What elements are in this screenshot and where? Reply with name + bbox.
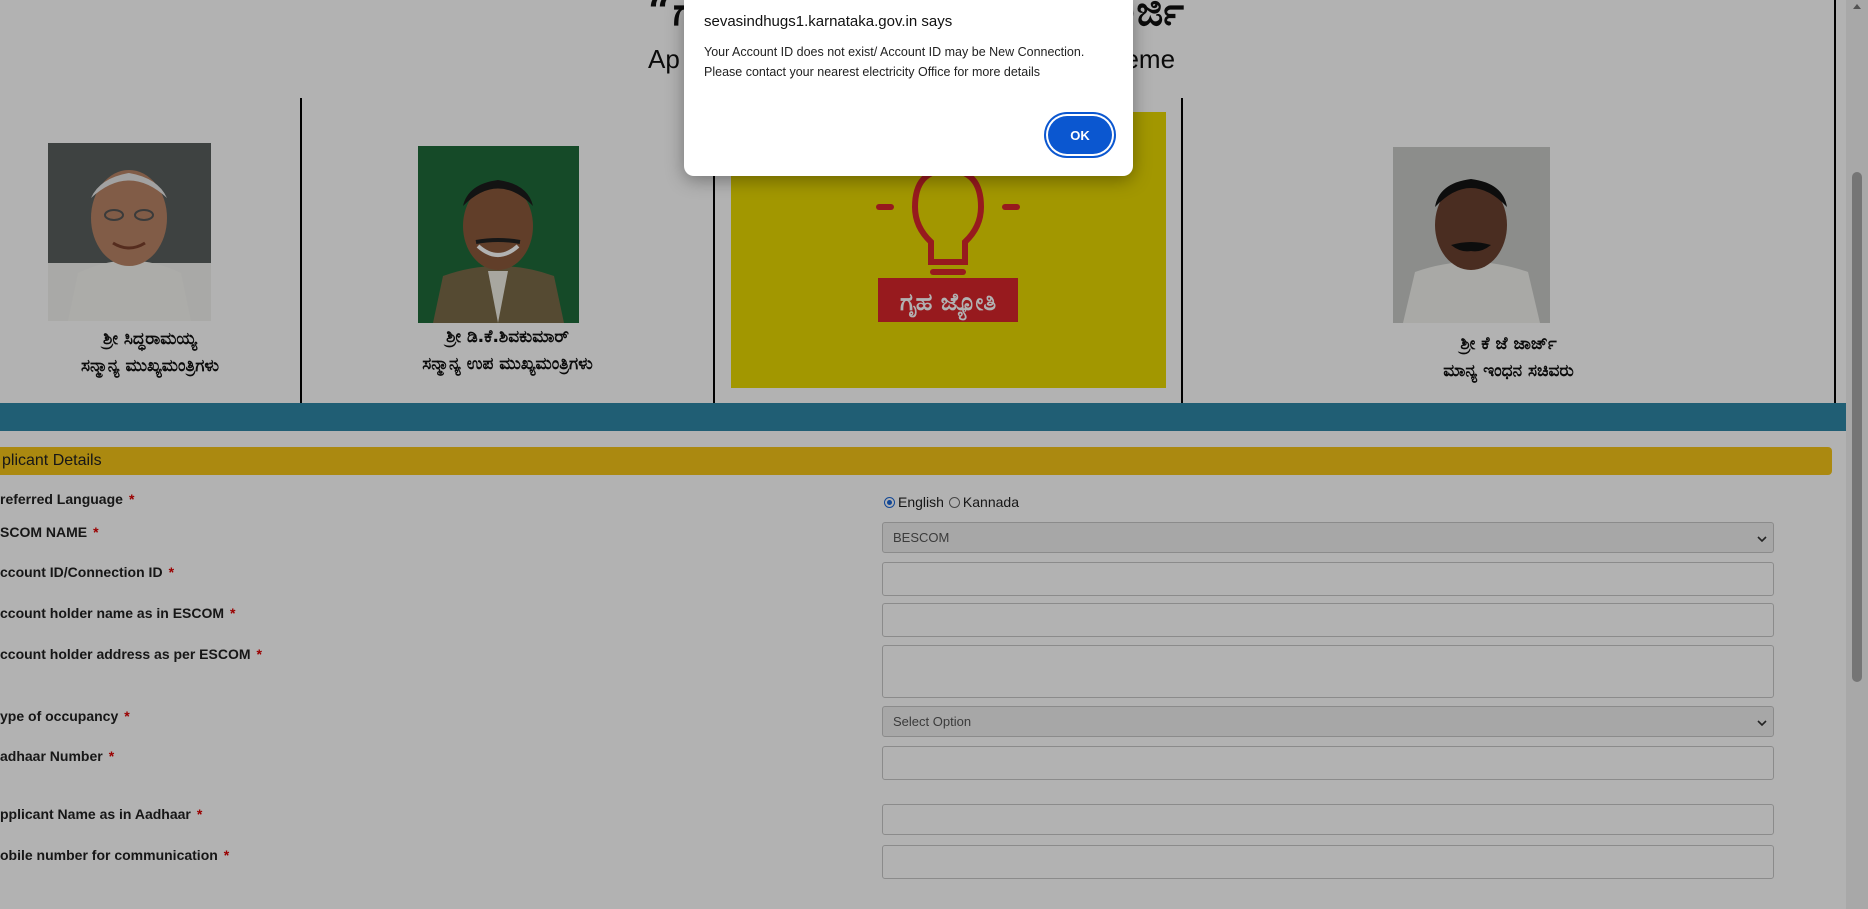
dialog-title: sevasindhugs1.karnataka.gov.in says — [704, 13, 953, 30]
dialog-message-line2: Please contact your nearest electricity … — [704, 65, 1041, 79]
ok-button[interactable]: OK — [1048, 116, 1112, 154]
dialog-message-line1: Your Account ID does not exist/ Account … — [704, 45, 1085, 59]
dialog-message: Your Account ID does not exist/ Account … — [704, 42, 1124, 82]
alert-dialog: sevasindhugs1.karnataka.gov.in says Your… — [684, 0, 1133, 176]
